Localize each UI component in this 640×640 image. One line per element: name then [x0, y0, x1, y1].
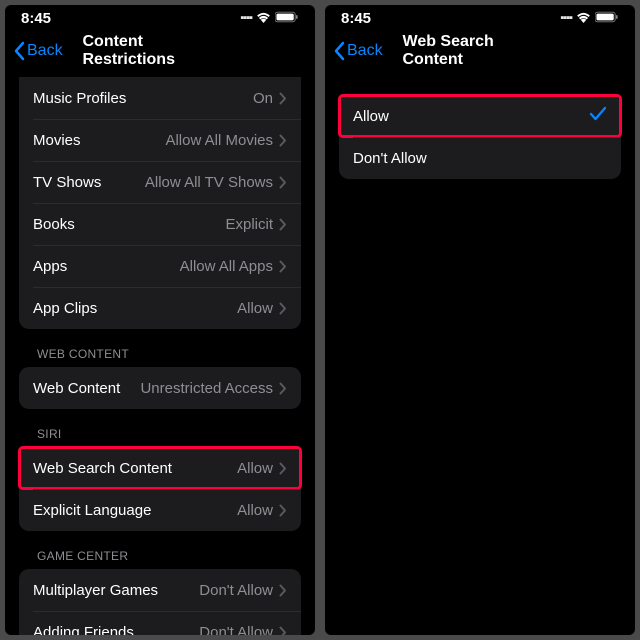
row-label: Web Content: [33, 380, 140, 397]
status-time: 8:45: [341, 10, 560, 27]
row-value: Unrestricted Access: [140, 380, 273, 397]
row-web-content[interactable]: Web Content Unrestricted Access: [19, 367, 301, 409]
page-title: Content Restrictions: [83, 33, 238, 69]
row-label: Allow: [353, 108, 589, 125]
row-value: Allow: [237, 460, 273, 477]
back-button[interactable]: Back: [333, 41, 383, 61]
row-music-profiles[interactable]: Music Profiles On: [19, 77, 301, 119]
section-header-siri: SIRI: [5, 409, 315, 447]
battery-icon: [595, 10, 619, 27]
section-header-game-center: GAME CENTER: [5, 531, 315, 569]
status-time: 8:45: [21, 10, 240, 27]
row-adding-friends[interactable]: Adding Friends Don't Allow: [19, 611, 301, 635]
row-allow[interactable]: Allow: [339, 95, 621, 137]
back-button[interactable]: Back: [13, 41, 63, 61]
row-multiplayer-games[interactable]: Multiplayer Games Don't Allow: [19, 569, 301, 611]
wifi-icon: [256, 10, 271, 27]
row-value: Allow All Apps: [180, 258, 273, 275]
siri-list: Web Search Content Allow Explicit Langua…: [19, 447, 301, 531]
chevron-right-icon: [279, 382, 287, 395]
chevron-left-icon: [13, 41, 25, 61]
row-app-clips[interactable]: App Clips Allow: [19, 287, 301, 329]
row-label: App Clips: [33, 300, 237, 317]
wifi-icon: [576, 10, 591, 27]
chevron-right-icon: [279, 218, 287, 231]
status-bar: 8:45 ▪▪▪▪: [5, 5, 315, 31]
cellular-icon: ▪▪▪▪: [240, 12, 252, 24]
row-label: TV Shows: [33, 174, 145, 191]
battery-icon: [275, 10, 299, 27]
cellular-icon: ▪▪▪▪: [560, 12, 572, 24]
row-value: Allow All Movies: [165, 132, 273, 149]
row-books[interactable]: Books Explicit: [19, 203, 301, 245]
row-label: Adding Friends: [33, 624, 199, 636]
chevron-right-icon: [279, 626, 287, 636]
chevron-left-icon: [333, 41, 345, 61]
row-label: Apps: [33, 258, 180, 275]
row-value: Allow: [237, 502, 273, 519]
status-icons: ▪▪▪▪: [240, 10, 299, 27]
row-web-search-content[interactable]: Web Search Content Allow: [19, 447, 301, 489]
row-label: Web Search Content: [33, 460, 237, 477]
row-label: Books: [33, 216, 225, 233]
content-list: Music Profiles On Movies Allow All Movie…: [19, 77, 301, 329]
row-value: On: [253, 90, 273, 107]
checkmark-icon: [589, 106, 607, 127]
row-value: Allow: [237, 300, 273, 317]
chevron-right-icon: [279, 134, 287, 147]
nav-bar: Back Content Restrictions: [5, 31, 315, 71]
row-tv-shows[interactable]: TV Shows Allow All TV Shows: [19, 161, 301, 203]
section-header-web-content: WEB CONTENT: [5, 329, 315, 367]
nav-bar: Back Web Search Content: [325, 31, 635, 71]
row-apps[interactable]: Apps Allow All Apps: [19, 245, 301, 287]
content-scroll[interactable]: Allow Don't Allow: [325, 71, 635, 635]
chevron-right-icon: [279, 504, 287, 517]
row-label: Music Profiles: [33, 90, 253, 107]
status-bar: 8:45 ▪▪▪▪: [325, 5, 635, 31]
options-list: Allow Don't Allow: [339, 95, 621, 179]
chevron-right-icon: [279, 462, 287, 475]
content-scroll[interactable]: Music Profiles On Movies Allow All Movie…: [5, 71, 315, 635]
game-center-list: Multiplayer Games Don't Allow Adding Fri…: [19, 569, 301, 635]
chevron-right-icon: [279, 584, 287, 597]
web-content-list: Web Content Unrestricted Access: [19, 367, 301, 409]
row-value: Explicit: [225, 216, 273, 233]
chevron-right-icon: [279, 176, 287, 189]
row-label: Don't Allow: [353, 150, 607, 167]
row-value: Allow All TV Shows: [145, 174, 273, 191]
back-label: Back: [27, 42, 63, 60]
row-label: Explicit Language: [33, 502, 237, 519]
row-value: Don't Allow: [199, 624, 273, 636]
row-explicit-language[interactable]: Explicit Language Allow: [19, 489, 301, 531]
chevron-right-icon: [279, 260, 287, 273]
row-movies[interactable]: Movies Allow All Movies: [19, 119, 301, 161]
phone-left: 8:45 ▪▪▪▪ Back Content Restrictions Musi…: [5, 5, 315, 635]
row-label: Multiplayer Games: [33, 582, 199, 599]
page-title: Web Search Content: [403, 33, 558, 69]
back-label: Back: [347, 42, 383, 60]
row-dont-allow[interactable]: Don't Allow: [339, 137, 621, 179]
row-label: Movies: [33, 132, 165, 149]
status-icons: ▪▪▪▪: [560, 10, 619, 27]
phone-right: 8:45 ▪▪▪▪ Back Web Search Content Allow: [325, 5, 635, 635]
chevron-right-icon: [279, 92, 287, 105]
chevron-right-icon: [279, 302, 287, 315]
row-value: Don't Allow: [199, 582, 273, 599]
